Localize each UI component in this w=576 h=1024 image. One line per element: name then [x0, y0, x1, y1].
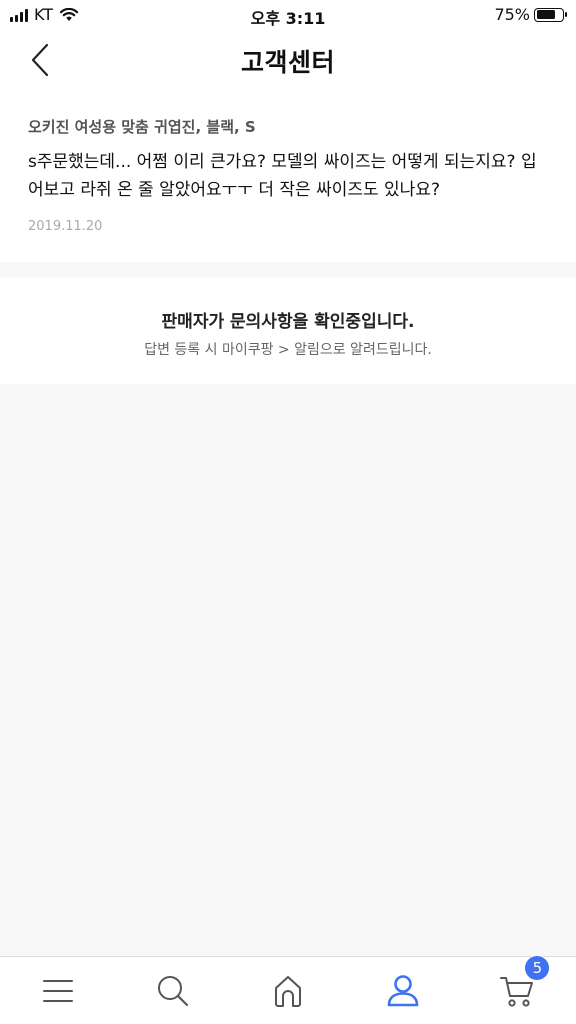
tab-home[interactable]	[258, 961, 318, 1021]
cart-count-badge: 5	[524, 954, 551, 981]
battery-icon	[534, 7, 567, 22]
status-right: 75%	[494, 5, 567, 24]
answer-status-card: 판매자가 문의사항을 확인중입니다. 답변 등록 시 마이쿠팡 > 알림으로 알…	[0, 277, 576, 384]
tab-search[interactable]	[143, 961, 203, 1021]
question-text: s주문했는데... 어쩜 이리 큰가요? 모델의 싸이즈는 어떻게 되는지요? …	[28, 152, 537, 200]
battery-percent: 75%	[494, 5, 530, 24]
page-title: 고객센터	[240, 48, 335, 77]
search-icon	[157, 975, 188, 1006]
status-time: 오후 3:11	[250, 9, 326, 28]
tab-menu[interactable]	[28, 961, 88, 1021]
tab-bar: 5	[0, 954, 576, 1024]
question-date: 2019.11.20	[28, 219, 103, 234]
question-card: 오키진 여성용 맞춤 귀엽진, 블랙, S s주문했는데... 어쩜 이리 큰가…	[0, 90, 576, 262]
header: 고객센터	[0, 30, 576, 90]
user-icon	[387, 974, 419, 1006]
home-icon	[274, 975, 301, 1007]
answer-status-title: 판매자가 문의사항을 확인중입니다.	[161, 312, 415, 332]
answer-status-subtitle: 답변 등록 시 마이쿠팡 > 알림으로 알려드립니다.	[144, 342, 432, 358]
product-name: 오키진 여성용 맞춤 귀엽진, 블랙, S	[28, 118, 256, 136]
tab-cart[interactable]: 5	[488, 954, 551, 1021]
tab-my[interactable]	[373, 961, 433, 1021]
menu-icon	[42, 979, 73, 1002]
status-bar: KT 오후 3:11 75%	[0, 0, 576, 30]
